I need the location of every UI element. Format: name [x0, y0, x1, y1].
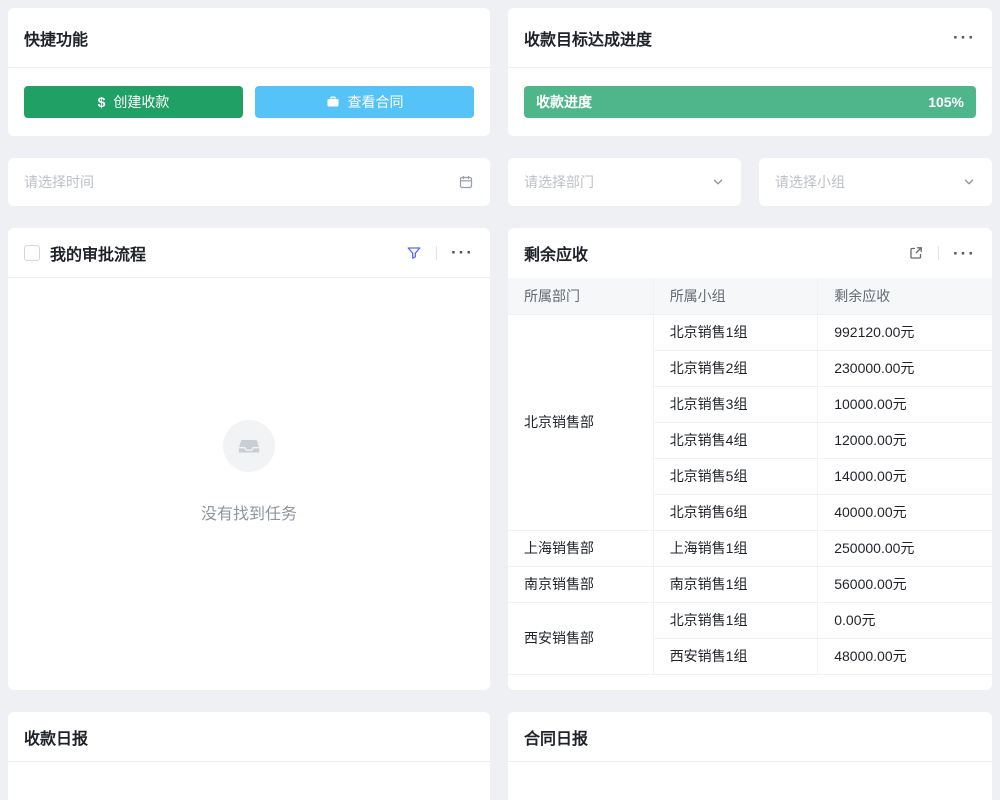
progress-header: 收款目标达成进度 ···: [508, 8, 992, 68]
dashboard-page: 快捷功能 $ 创建收款 查看合同 收款目标达成进度 ···: [0, 0, 1000, 800]
progress-bar: 收款进度 105%: [524, 86, 976, 118]
approval-empty-state: 没有找到任务: [8, 278, 490, 690]
amount-cell: 0.00元: [818, 602, 992, 638]
amount-cell: 56000.00元: [818, 566, 992, 602]
quick-actions-card: 快捷功能 $ 创建收款 查看合同: [8, 8, 490, 136]
empty-state-circle: [223, 420, 275, 472]
contract-daily-header: 合同日报: [508, 712, 992, 762]
group-cell: 北京销售2组: [653, 350, 818, 386]
table-row: 上海销售部上海销售1组250000.00元: [508, 530, 992, 566]
group-cell: 北京销售3组: [653, 386, 818, 422]
filter-funnel-icon[interactable]: [406, 245, 422, 261]
view-contract-button[interactable]: 查看合同: [255, 86, 474, 118]
progress-bar-value: 105%: [928, 94, 964, 110]
payment-daily-card: 收款日报: [8, 712, 490, 800]
amount-cell: 250000.00元: [818, 530, 992, 566]
quick-actions-body: $ 创建收款 查看合同: [8, 68, 490, 136]
dept-select[interactable]: 请选择部门: [508, 158, 741, 206]
select-all-checkbox[interactable]: [24, 245, 40, 261]
amount-cell: 48000.00元: [818, 638, 992, 674]
receivable-card: 剩余应收 ··· 所属部门所属小组剩余应收 北京销售部北京销: [508, 228, 992, 690]
table-row: 南京销售部南京销售1组56000.00元: [508, 566, 992, 602]
contract-daily-card: 合同日报: [508, 712, 992, 800]
chevron-down-icon: [711, 175, 725, 189]
receivable-table-body: 北京销售部北京销售1组992120.00元北京销售2组230000.00元北京销…: [508, 314, 992, 674]
group-cell: 上海销售1组: [653, 530, 818, 566]
group-cell: 北京销售1组: [653, 314, 818, 350]
contract-daily-title: 合同日报: [524, 725, 588, 749]
dept-cell: 上海销售部: [508, 530, 653, 566]
column-header: 剩余应收: [818, 278, 992, 314]
quick-actions-header: 快捷功能: [8, 8, 490, 68]
dollar-icon: $: [98, 94, 106, 110]
quick-actions-title: 快捷功能: [24, 26, 88, 50]
more-icon[interactable]: ···: [451, 244, 474, 261]
chevron-down-icon: [962, 175, 976, 189]
view-contract-label: 查看合同: [348, 92, 404, 112]
empty-state-text: 没有找到任务: [201, 500, 297, 524]
amount-cell: 10000.00元: [818, 386, 992, 422]
dept-cell: 北京销售部: [508, 314, 653, 530]
amount-cell: 14000.00元: [818, 458, 992, 494]
dept-select-placeholder: 请选择部门: [524, 172, 711, 192]
group-cell: 西安销售1组: [653, 638, 818, 674]
filter-row: 请选择部门 请选择小组: [508, 158, 992, 206]
dept-cell: 西安销售部: [508, 602, 653, 674]
briefcase-icon: [326, 95, 340, 109]
time-select[interactable]: 请选择时间: [8, 158, 490, 206]
progress-bar-label: 收款进度: [536, 92, 592, 112]
approval-header: 我的审批流程 ···: [8, 228, 490, 278]
inbox-icon: [236, 433, 262, 459]
receivable-tools: ···: [908, 245, 976, 262]
divider: [938, 246, 939, 260]
more-icon[interactable]: ···: [953, 245, 976, 262]
table-row: 西安销售部北京销售1组0.00元: [508, 602, 992, 638]
amount-cell: 40000.00元: [818, 494, 992, 530]
receivable-header: 剩余应收 ···: [508, 228, 992, 278]
create-payment-button[interactable]: $ 创建收款: [24, 86, 243, 118]
payment-daily-title: 收款日报: [24, 725, 88, 749]
divider: [436, 246, 437, 260]
progress-body: 收款进度 105%: [508, 68, 992, 136]
group-select-placeholder: 请选择小组: [775, 172, 962, 192]
progress-title: 收款目标达成进度: [524, 26, 652, 50]
group-cell: 北京销售6组: [653, 494, 818, 530]
dept-cell: 南京销售部: [508, 566, 653, 602]
payment-daily-header: 收款日报: [8, 712, 490, 762]
calendar-icon: [458, 174, 474, 190]
group-cell: 北京销售5组: [653, 458, 818, 494]
progress-card: 收款目标达成进度 ··· 收款进度 105%: [508, 8, 992, 136]
create-payment-label: 创建收款: [113, 92, 169, 112]
amount-cell: 12000.00元: [818, 422, 992, 458]
column-header: 所属小组: [653, 278, 818, 314]
receivable-table-wrap: 所属部门所属小组剩余应收 北京销售部北京销售1组992120.00元北京销售2组…: [508, 278, 992, 690]
table-row: 北京销售部北京销售1组992120.00元: [508, 314, 992, 350]
approval-tools: ···: [406, 244, 474, 261]
column-header: 所属部门: [508, 278, 653, 314]
amount-cell: 992120.00元: [818, 314, 992, 350]
group-cell: 北京销售4组: [653, 422, 818, 458]
receivable-title: 剩余应收: [524, 241, 588, 265]
group-select[interactable]: 请选择小组: [759, 158, 992, 206]
receivable-table: 所属部门所属小组剩余应收 北京销售部北京销售1组992120.00元北京销售2组…: [508, 278, 992, 675]
amount-cell: 230000.00元: [818, 350, 992, 386]
time-select-placeholder: 请选择时间: [24, 172, 458, 192]
approval-card: 我的审批流程 ··· 没有: [8, 228, 490, 690]
group-cell: 南京销售1组: [653, 566, 818, 602]
more-icon[interactable]: ···: [953, 29, 976, 46]
approval-title: 我的审批流程: [50, 241, 146, 265]
export-icon[interactable]: [908, 245, 924, 261]
group-cell: 北京销售1组: [653, 602, 818, 638]
receivable-table-head-row: 所属部门所属小组剩余应收: [508, 278, 992, 314]
